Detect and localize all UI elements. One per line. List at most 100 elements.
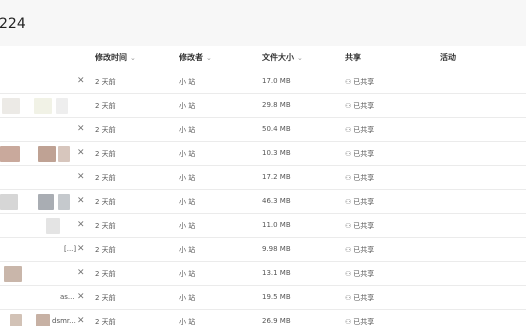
share-status[interactable]: ⚇ 已共享 xyxy=(345,125,374,135)
file-thumbnail xyxy=(0,194,18,210)
column-header-label: 修改时间 xyxy=(95,53,127,62)
share-label: 已共享 xyxy=(353,318,375,326)
file-thumbnail xyxy=(34,98,52,114)
file-name[interactable]: [...] xyxy=(64,245,76,253)
modified-time: 2 天前 xyxy=(95,270,116,278)
table-row[interactable]: 2 天前 小 站 29.8 MB ⚇ 已共享 xyxy=(0,94,526,118)
column-header-share[interactable]: 共享 xyxy=(345,52,361,63)
pin-off-icon[interactable]: ✕ xyxy=(77,292,85,302)
share-label: 已共享 xyxy=(353,102,375,110)
share-status[interactable]: ⚇ 已共享 xyxy=(345,173,374,183)
share-status[interactable]: ⚇ 已共享 xyxy=(345,197,374,207)
modified-time: 2 天前 xyxy=(95,78,116,86)
people-icon: ⚇ xyxy=(345,198,352,206)
people-icon: ⚇ xyxy=(345,270,352,278)
table-row[interactable]: ✕ 2 天前 小 站 13.1 MB ⚇ 已共享 xyxy=(0,262,526,286)
pin-off-icon[interactable]: ✕ xyxy=(77,76,85,86)
table-row[interactable]: ✕ 2 天前 小 站 10.3 MB ⚇ 已共享 xyxy=(0,142,526,166)
share-label: 已共享 xyxy=(353,174,375,182)
table-row[interactable]: [...] ✕ 2 天前 小 站 9.98 MB ⚇ 已共享 xyxy=(0,238,526,262)
people-icon: ⚇ xyxy=(345,78,352,86)
people-icon: ⚇ xyxy=(345,150,352,158)
pin-off-icon[interactable]: ✕ xyxy=(77,316,85,326)
file-size: 17.0 MB xyxy=(262,77,291,85)
file-name[interactable]: dsmr... xyxy=(52,317,76,325)
file-thumbnail xyxy=(46,218,60,234)
pin-off-icon[interactable]: ✕ xyxy=(77,244,85,254)
file-size: 17.2 MB xyxy=(262,173,291,181)
pin-off-icon[interactable]: ✕ xyxy=(77,124,85,134)
table-row[interactable]: ✕ 2 天前 小 站 17.0 MB ⚇ 已共享 xyxy=(0,70,526,94)
file-thumbnail xyxy=(4,266,22,282)
modifier-name[interactable]: 小 站 xyxy=(179,101,195,111)
modified-time: 2 天前 xyxy=(95,222,116,230)
file-thumbnail xyxy=(38,194,54,210)
folder-title: 224 xyxy=(0,16,26,32)
modified-time: 2 天前 xyxy=(95,294,116,302)
pin-off-icon[interactable]: ✕ xyxy=(77,268,85,278)
people-icon: ⚇ xyxy=(345,222,352,230)
table-row[interactable]: ✕ 2 天前 小 站 11.0 MB ⚇ 已共享 xyxy=(0,214,526,238)
share-status[interactable]: ⚇ 已共享 xyxy=(345,101,374,111)
file-thumbnail xyxy=(10,314,22,326)
column-header-label: 文件大小 xyxy=(262,53,294,62)
share-status[interactable]: ⚇ 已共享 xyxy=(345,221,374,231)
file-size: 29.8 MB xyxy=(262,101,291,109)
table-row[interactable]: ✕ 2 天前 小 站 46.3 MB ⚇ 已共享 xyxy=(0,190,526,214)
pin-off-icon[interactable]: ✕ xyxy=(77,196,85,206)
share-status[interactable]: ⚇ 已共享 xyxy=(345,269,374,279)
table-row[interactable]: ✕ 2 天前 小 站 50.4 MB ⚇ 已共享 xyxy=(0,118,526,142)
people-icon: ⚇ xyxy=(345,318,352,326)
modifier-name[interactable]: 小 站 xyxy=(179,197,195,207)
file-thumbnail xyxy=(38,146,56,162)
file-size: 26.9 MB xyxy=(262,317,291,325)
people-icon: ⚇ xyxy=(345,126,352,134)
people-icon: ⚇ xyxy=(345,246,352,254)
modifier-name[interactable]: 小 站 xyxy=(179,293,195,303)
share-status[interactable]: ⚇ 已共享 xyxy=(345,317,374,326)
modifier-name[interactable]: 小 站 xyxy=(179,269,195,279)
share-label: 已共享 xyxy=(353,270,375,278)
modified-time: 2 天前 xyxy=(95,198,116,206)
column-header-file-size[interactable]: 文件大小 ⌄ xyxy=(262,52,303,63)
modified-time: 2 天前 xyxy=(95,150,116,158)
share-label: 已共享 xyxy=(353,294,375,302)
title-bar: 224 xyxy=(0,0,526,46)
share-label: 已共享 xyxy=(353,78,375,86)
column-header-modified-time[interactable]: 修改时间 ⌄ xyxy=(95,52,136,63)
file-size: 11.0 MB xyxy=(262,221,291,229)
file-thumbnail xyxy=(56,98,68,114)
table-row[interactable]: as... ✕ 2 天前 小 站 19.5 MB ⚇ 已共享 xyxy=(0,286,526,310)
modifier-name[interactable]: 小 站 xyxy=(179,125,195,135)
column-header-activity[interactable]: 活动 xyxy=(440,52,456,63)
modifier-name[interactable]: 小 站 xyxy=(179,77,195,87)
share-label: 已共享 xyxy=(353,222,375,230)
share-label: 已共享 xyxy=(353,246,375,254)
modified-time: 2 天前 xyxy=(95,102,116,110)
share-label: 已共享 xyxy=(353,198,375,206)
table-row[interactable]: dsmr... ✕ 2 天前 小 站 26.9 MB ⚇ 已共享 xyxy=(0,310,526,326)
pin-off-icon[interactable]: ✕ xyxy=(77,172,85,182)
file-thumbnail xyxy=(58,194,70,210)
file-thumbnail xyxy=(2,98,20,114)
share-status[interactable]: ⚇ 已共享 xyxy=(345,77,374,87)
pin-off-icon[interactable]: ✕ xyxy=(77,148,85,158)
pin-off-icon[interactable]: ✕ xyxy=(77,220,85,230)
modifier-name[interactable]: 小 站 xyxy=(179,173,195,183)
modifier-name[interactable]: 小 站 xyxy=(179,149,195,159)
modifier-name[interactable]: 小 站 xyxy=(179,245,195,255)
modifier-name[interactable]: 小 站 xyxy=(179,317,195,326)
file-size: 50.4 MB xyxy=(262,125,291,133)
modifier-name[interactable]: 小 站 xyxy=(179,221,195,231)
share-status[interactable]: ⚇ 已共享 xyxy=(345,245,374,255)
file-name[interactable]: as... xyxy=(60,293,75,301)
share-status[interactable]: ⚇ 已共享 xyxy=(345,149,374,159)
file-size: 10.3 MB xyxy=(262,149,291,157)
chevron-down-icon: ⌄ xyxy=(130,54,136,62)
share-status[interactable]: ⚇ 已共享 xyxy=(345,293,374,303)
file-size: 9.98 MB xyxy=(262,245,291,253)
table-row[interactable]: ✕ 2 天前 小 站 17.2 MB ⚇ 已共享 xyxy=(0,166,526,190)
modified-time: 2 天前 xyxy=(95,318,116,326)
file-rows: ✕ 2 天前 小 站 17.0 MB ⚇ 已共享 2 天前 小 站 29.8 MB… xyxy=(0,70,526,326)
column-header-modifier[interactable]: 修改者 ⌄ xyxy=(179,52,212,63)
